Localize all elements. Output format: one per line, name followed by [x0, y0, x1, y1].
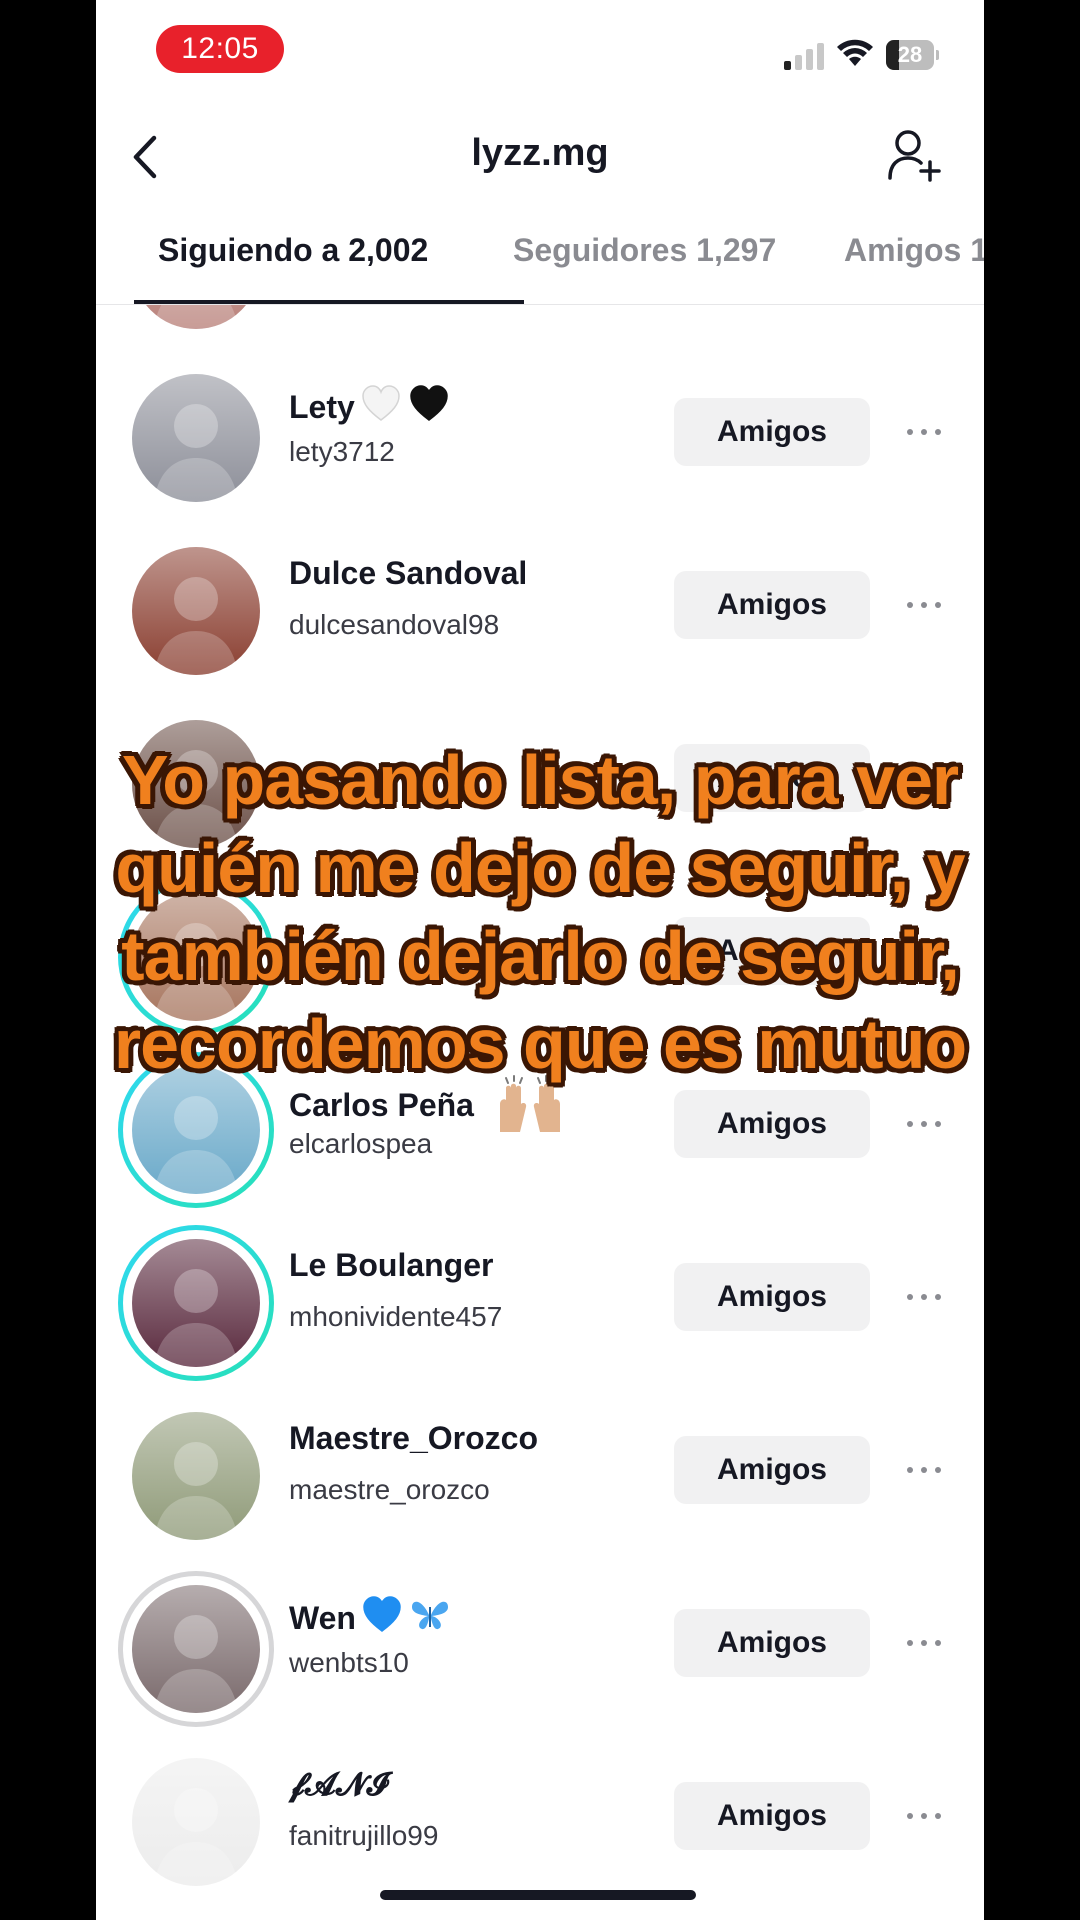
black-heart-emoji-icon: [407, 382, 451, 434]
user-handle: lety3712: [289, 436, 395, 467]
friends-button[interactable]: Amigos: [674, 398, 870, 466]
more-options-icon[interactable]: [904, 1456, 944, 1484]
user-handle: mhonividente457: [289, 1301, 503, 1332]
list-item[interactable]: Lety lety3712 Amigos: [96, 374, 984, 502]
avatar[interactable]: [132, 374, 260, 502]
user-name-text: Wen: [289, 1600, 356, 1636]
avatar[interactable]: [132, 1412, 260, 1540]
friends-button[interactable]: Amigos: [674, 571, 870, 639]
video-caption-overlay: Yo pasando lista, para ver quién me dejo…: [96, 736, 984, 1088]
white-heart-emoji-icon: [359, 382, 403, 434]
list-item[interactable]: Maestre_Orozco maestre_orozco Amigos: [96, 1412, 984, 1540]
blue-heart-emoji-icon: [360, 1593, 404, 1645]
more-options-icon[interactable]: [904, 591, 944, 619]
tab-following[interactable]: Siguiendo a 2,002: [158, 232, 428, 269]
user-name-text: Maestre_Orozco: [289, 1420, 538, 1456]
user-display-name: Maestre_Orozco: [289, 1420, 538, 1457]
list-item[interactable]: Wen wenbts10 Amigos: [96, 1571, 984, 1727]
avatar[interactable]: [132, 1758, 260, 1886]
caption-line: también dejarlo de seguir,: [121, 917, 960, 995]
cellular-signal-icon: [784, 42, 828, 70]
battery-icon: 28: [886, 40, 939, 70]
caption-line: recordemos que es mutuo: [113, 1005, 967, 1083]
avatar[interactable]: [132, 305, 260, 329]
avatar[interactable]: [132, 547, 260, 675]
list-item[interactable]: Dulce Sandoval dulcesandoval98 Amigos: [96, 547, 984, 675]
user-display-name: Dulce Sandoval: [289, 555, 527, 592]
more-options-icon[interactable]: [904, 1283, 944, 1311]
user-handle: elcarlospea: [289, 1128, 433, 1159]
friends-button[interactable]: Amigos: [674, 1436, 870, 1504]
tab-followers[interactable]: Seguidores 1,297: [513, 232, 776, 269]
user-display-name: 𝓯𝓐𝓝𝓘: [289, 1766, 388, 1804]
more-options-icon[interactable]: [904, 1110, 944, 1138]
butterfly-emoji-icon: [408, 1593, 452, 1645]
page-title: lyzz.mg: [471, 132, 609, 174]
following-list[interactable]: usuarioperez22Amigos Letylety3712Amigos …: [96, 305, 984, 1920]
add-user-icon[interactable]: [886, 128, 942, 184]
avatar[interactable]: [132, 1239, 260, 1367]
more-options-icon[interactable]: [904, 1629, 944, 1657]
user-display-name: Lety: [289, 382, 451, 434]
wifi-icon: [837, 39, 873, 66]
user-name-text: Lety: [289, 389, 355, 425]
user-name-text: Le Boulanger: [289, 1247, 494, 1283]
user-handle: wenbts10: [289, 1647, 409, 1678]
more-options-icon[interactable]: [904, 418, 944, 446]
caption-line: quién me dejo de seguir, y: [115, 829, 965, 907]
friends-button[interactable]: Amigos: [674, 1609, 870, 1677]
list-item[interactable]: usuarioperez22Amigos: [96, 305, 984, 329]
user-handle: fanitrujillo99: [289, 1820, 439, 1851]
user-handle: maestre_orozco: [289, 1474, 490, 1505]
battery-percent: 28: [897, 42, 923, 67]
tab-friends[interactable]: Amigos 1: [844, 232, 984, 269]
user-name-text: 𝓯𝓐𝓝𝓘: [289, 1766, 389, 1802]
avatar[interactable]: [132, 1585, 260, 1713]
user-name-text: Dulce Sandoval: [289, 555, 528, 591]
list-item[interactable]: 𝓯𝓐𝓝𝓘 fanitrujillo99 Amigos: [96, 1758, 984, 1886]
user-display-name: Wen: [289, 1593, 452, 1645]
more-options-icon[interactable]: [904, 1802, 944, 1830]
status-time: 12:05: [156, 25, 284, 73]
friends-button[interactable]: Amigos: [674, 1263, 870, 1331]
user-name-text: Carlos Peña: [289, 1087, 474, 1123]
caption-line: Yo pasando lista, para ver: [121, 741, 959, 819]
user-handle: dulcesandoval98: [289, 609, 500, 640]
friends-button[interactable]: Amigos: [674, 1090, 870, 1158]
friends-button[interactable]: Amigos: [674, 1782, 870, 1850]
user-display-name: Le Boulanger: [289, 1247, 493, 1284]
list-item[interactable]: Carlos Peña elcarlospea Amigos: [96, 1052, 984, 1208]
home-indicator[interactable]: [380, 1890, 696, 1900]
tab-bar: Siguiendo a 2,002 Seguidores 1,297 Amigo…: [96, 232, 984, 304]
list-item[interactable]: Le Boulanger mhonividente457 Amigos: [96, 1225, 984, 1381]
